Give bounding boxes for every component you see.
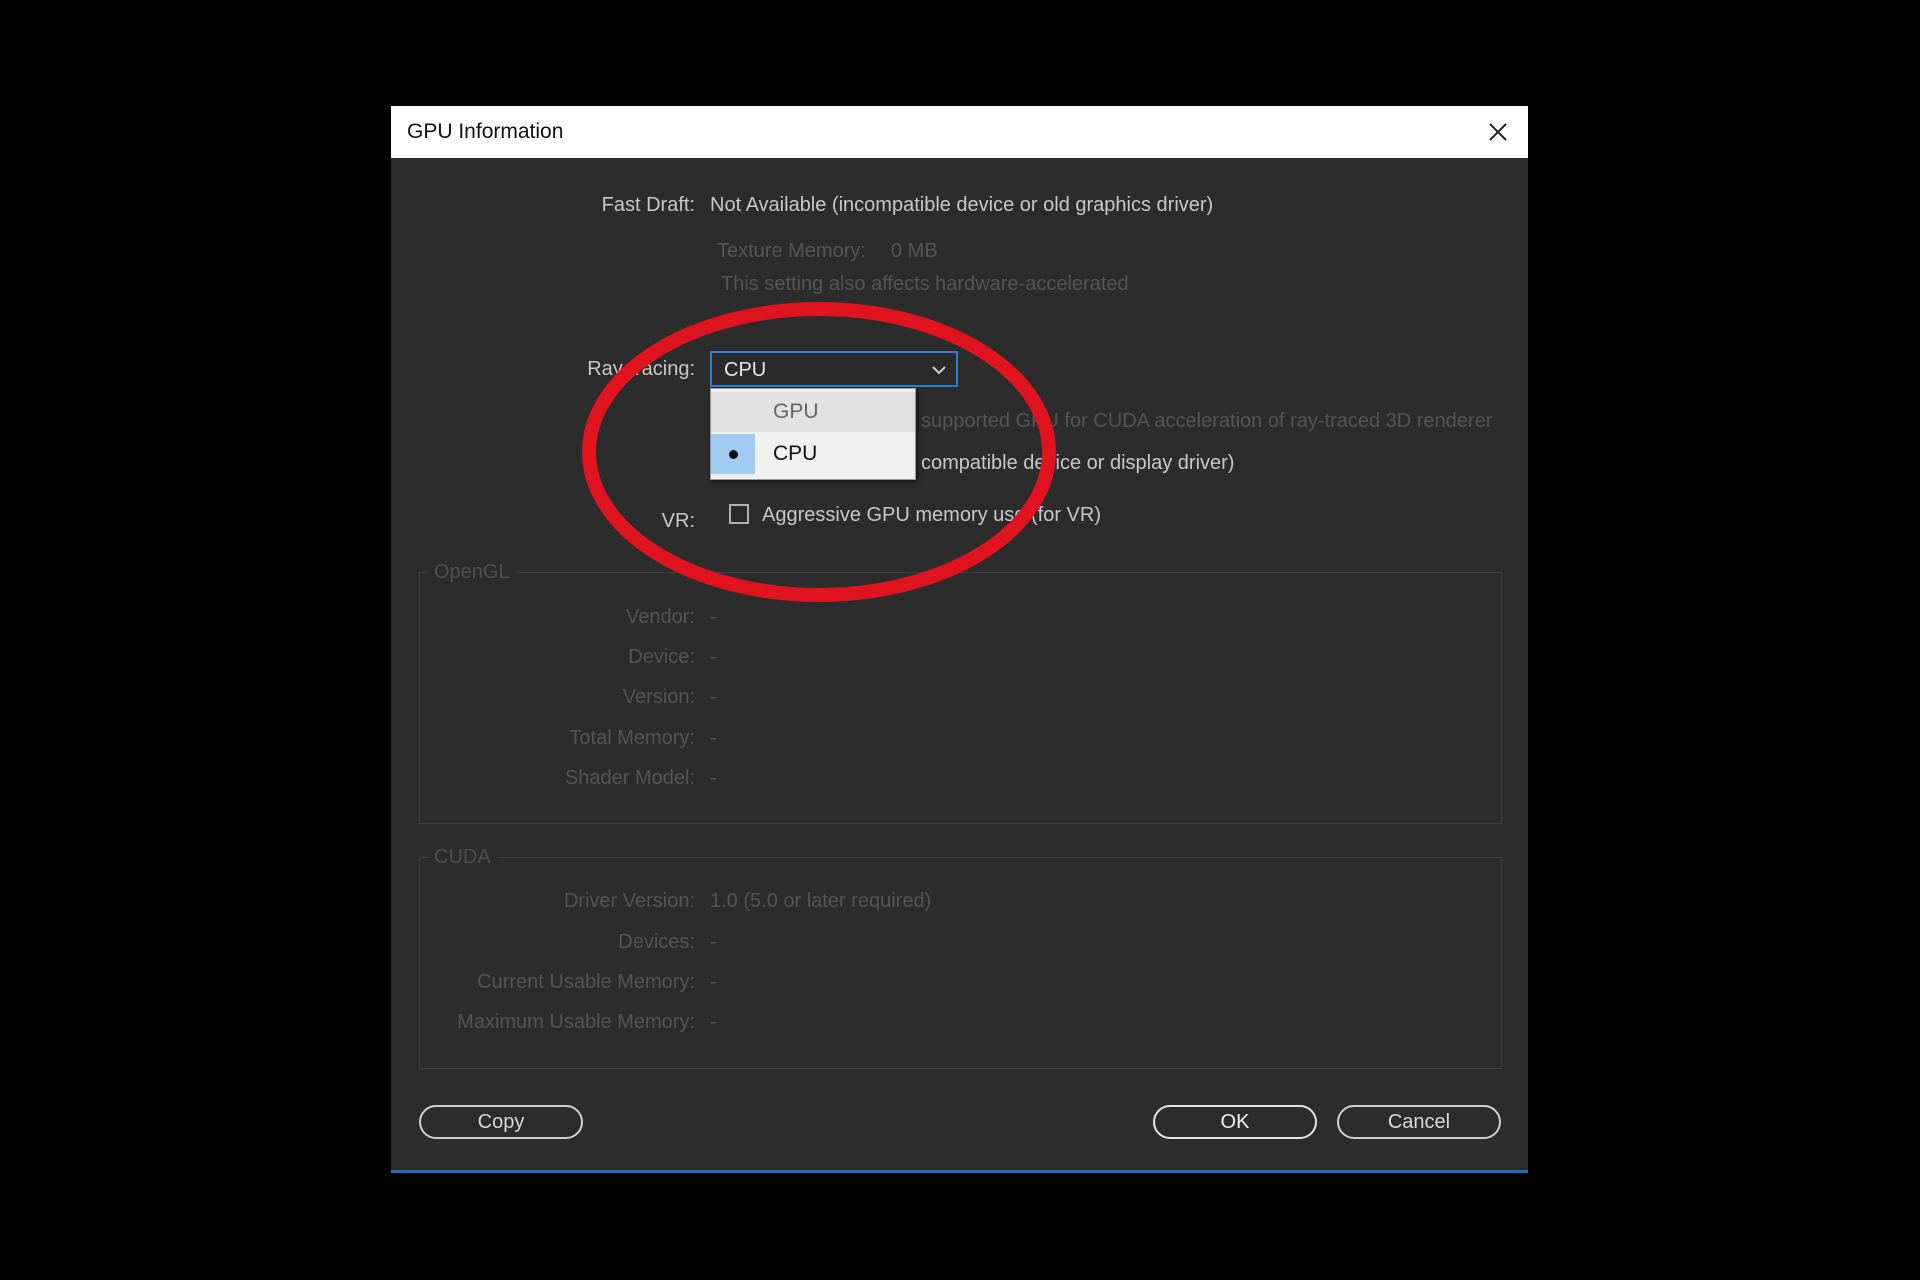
option-label: GPU (773, 400, 819, 423)
cuda-maximum-usable-memory-label: Maximum Usable Memory: (457, 1011, 695, 1033)
fast-draft-value: Not Available (incompatible device or ol… (710, 194, 1214, 216)
title-bar: GPU Information (391, 106, 1528, 158)
opengl-vendor-label: Vendor: (626, 606, 695, 628)
ray-tracing-status: compatible device or display driver) (921, 452, 1235, 474)
ray-tracing-hint: supported GPU for CUDA acceleration of r… (921, 410, 1493, 432)
texture-memory-label: Texture Memory: (717, 240, 866, 262)
ray-tracing-label: Ray-tracing: (587, 358, 695, 380)
opengl-version-value: - (710, 686, 717, 708)
texture-memory-value: 0 MB (891, 240, 938, 262)
opengl-shader-model-value: - (710, 767, 717, 789)
option-label: CPU (773, 442, 818, 465)
opengl-total-memory-label: Total Memory: (569, 727, 695, 749)
fast-draft-label: Fast Draft: (601, 194, 695, 216)
close-button[interactable] (1480, 114, 1516, 150)
aggressive-gpu-memory-label[interactable]: Aggressive GPU memory use (for VR) (762, 504, 1101, 527)
ray-tracing-selected-value: CPU (724, 359, 767, 381)
close-icon (1489, 123, 1507, 141)
bullet-icon (729, 450, 738, 459)
cuda-driver-version-value: 1.0 (5.0 or later required) (710, 890, 932, 912)
cuda-devices-value: - (710, 931, 717, 953)
opengl-group-title: OpenGL (428, 561, 516, 584)
opengl-vendor-value: - (710, 606, 717, 628)
opengl-device-label: Device: (628, 646, 695, 668)
cuda-maximum-usable-memory-value: - (710, 1011, 717, 1033)
opengl-version-label: Version: (622, 686, 695, 708)
opengl-device-value: - (710, 646, 717, 668)
dialog-title: GPU Information (407, 120, 564, 143)
opengl-total-memory-value: - (710, 727, 717, 749)
cuda-devices-label: Devices: (618, 931, 695, 953)
cuda-driver-version-label: Driver Version: (563, 890, 695, 912)
ray-tracing-select[interactable]: CPU (710, 351, 958, 387)
chevron-down-icon (932, 366, 946, 375)
selected-indicator (711, 434, 755, 474)
cuda-group-title: CUDA (428, 846, 497, 869)
copy-button[interactable]: Copy (419, 1105, 583, 1139)
aggressive-gpu-memory-checkbox[interactable] (729, 504, 749, 524)
ray-tracing-option-gpu[interactable]: GPU (711, 392, 915, 432)
gpu-information-dialog: GPU Information Fast Draft: Not Availabl… (391, 106, 1528, 1173)
cancel-button[interactable]: Cancel (1337, 1105, 1501, 1139)
cuda-current-usable-memory-value: - (710, 971, 717, 993)
cuda-current-usable-memory-label: Current Usable Memory: (477, 971, 695, 993)
ok-button[interactable]: OK (1153, 1105, 1317, 1139)
ray-tracing-dropdown-list: GPU CPU (710, 388, 916, 480)
cuda-group (419, 857, 1502, 1069)
ray-tracing-option-cpu[interactable]: CPU (711, 434, 915, 474)
texture-memory-note: This setting also affects hardware-accel… (721, 273, 1129, 295)
vr-label: VR: (661, 510, 695, 532)
opengl-shader-model-label: Shader Model: (564, 767, 695, 789)
